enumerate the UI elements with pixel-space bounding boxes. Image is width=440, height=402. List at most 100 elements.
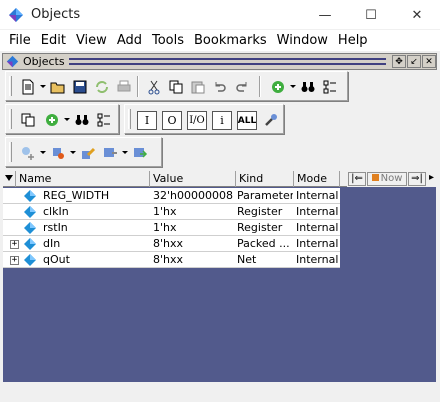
- add-dropdown-arrow[interactable]: [290, 85, 296, 88]
- panel-drag-lines[interactable]: [69, 58, 386, 65]
- redo-icon[interactable]: [232, 77, 252, 97]
- force-dropdown[interactable]: [70, 151, 76, 154]
- table-row[interactable]: + qOut 8'hxx Net Internal: [3, 252, 340, 268]
- now-navigation: |⇐ Now ⇒| ▸: [347, 171, 436, 187]
- panel-close-button[interactable]: ✕: [422, 55, 436, 68]
- menu-help[interactable]: Help: [333, 30, 373, 51]
- filter-output-button[interactable]: O: [162, 111, 182, 130]
- add-icon[interactable]: [42, 110, 62, 130]
- find-binoculars-icon[interactable]: [298, 77, 318, 97]
- signal-diamond-icon: [24, 238, 36, 250]
- panel-dock-button[interactable]: ✥: [392, 55, 406, 68]
- cell-name: REG_WIDTH: [43, 189, 110, 202]
- panel-undock-button[interactable]: ↙: [407, 55, 421, 68]
- objects-panel-header: Objects ✥ ↙ ✕: [2, 53, 437, 70]
- paste-icon[interactable]: [188, 77, 208, 97]
- table-row[interactable]: clkIn 1'hx Register Internal: [3, 204, 340, 220]
- hierarchy-list-icon[interactable]: [94, 110, 114, 130]
- cell-value: 8'hxx: [153, 237, 184, 250]
- cell-name: clkIn: [43, 205, 69, 218]
- close-button[interactable]: ✕: [394, 0, 440, 30]
- object-filter-toolbar: I O I/O i ALL: [124, 104, 284, 134]
- cell-mode: Internal: [296, 221, 339, 234]
- now-cursor-button[interactable]: Now: [367, 172, 407, 186]
- new-dropdown-arrow[interactable]: [40, 85, 46, 88]
- cell-kind: Parameter: [237, 189, 293, 202]
- window-titlebar: Objects — ☐ ✕: [0, 0, 440, 30]
- menu-add[interactable]: Add: [112, 30, 147, 51]
- expand-toggle-icon[interactable]: +: [10, 240, 19, 249]
- filter-inout-button[interactable]: I/O: [187, 111, 207, 130]
- filter-input-button[interactable]: I: [137, 111, 157, 130]
- cell-value: 32'h00000008: [153, 189, 233, 202]
- menu-bar: File Edit View Add Tools Bookmarks Windo…: [0, 30, 440, 51]
- signal-diamond-icon: [24, 222, 36, 234]
- cell-name: dIn: [43, 237, 61, 250]
- wrench-settings-icon[interactable]: [261, 110, 281, 130]
- add-to-wave-icon[interactable]: [18, 143, 38, 163]
- maximize-button[interactable]: ☐: [348, 0, 394, 30]
- open-folder-icon[interactable]: [48, 77, 68, 97]
- cell-mode: Internal: [296, 189, 339, 202]
- cell-kind: Register: [237, 221, 283, 234]
- cut-icon[interactable]: [144, 77, 164, 97]
- menu-file[interactable]: File: [4, 30, 36, 51]
- list-dropdown[interactable]: [122, 151, 128, 154]
- goto-end-icon[interactable]: ⇒|: [408, 172, 426, 186]
- menu-view[interactable]: View: [71, 30, 112, 51]
- expand-toggle-icon[interactable]: +: [10, 256, 19, 265]
- cell-kind: Net: [237, 253, 257, 266]
- column-header-kind[interactable]: Kind: [236, 171, 294, 187]
- force-signal-icon[interactable]: [48, 143, 68, 163]
- standard-toolbar: [5, 71, 348, 101]
- cell-kind: Packed ...: [237, 237, 290, 250]
- add-dropdown-arrow[interactable]: [64, 118, 70, 121]
- app-logo-icon: [9, 8, 23, 22]
- new-file-icon[interactable]: [18, 77, 38, 97]
- table-row[interactable]: rstIn 1'hx Register Internal: [3, 220, 340, 236]
- table-row[interactable]: REG_WIDTH 32'h00000008 Parameter Internal: [3, 188, 340, 204]
- menu-tools[interactable]: Tools: [147, 30, 189, 51]
- cell-mode: Internal: [296, 205, 339, 218]
- toolbar-area: I O I/O i ALL: [2, 71, 438, 167]
- window-bottom-edge: [0, 383, 440, 402]
- cell-mode: Internal: [296, 253, 339, 266]
- column-header-value[interactable]: Value: [150, 171, 236, 187]
- list-signal-icon[interactable]: [100, 143, 120, 163]
- export-signal-icon[interactable]: [130, 143, 150, 163]
- undo-icon[interactable]: [210, 77, 230, 97]
- copy-icon[interactable]: [166, 77, 186, 97]
- wave-toolbar: [5, 137, 162, 167]
- column-header-mode[interactable]: Mode: [294, 171, 340, 187]
- copy-icon[interactable]: [18, 110, 38, 130]
- reload-icon[interactable]: [92, 77, 112, 97]
- add-to-wave-dropdown[interactable]: [40, 151, 46, 154]
- column-header-name[interactable]: Name: [16, 171, 150, 187]
- menu-bookmarks[interactable]: Bookmarks: [189, 30, 272, 51]
- hierarchy-list-icon[interactable]: [320, 77, 340, 97]
- filter-all-button[interactable]: ALL: [237, 111, 257, 130]
- toolbar-grip[interactable]: [128, 109, 131, 129]
- find-binoculars-icon[interactable]: [72, 110, 92, 130]
- edit-signal-icon[interactable]: [78, 143, 98, 163]
- scroll-right-icon[interactable]: ▸: [427, 172, 436, 186]
- menu-window[interactable]: Window: [272, 30, 333, 51]
- sort-toggle[interactable]: [3, 171, 16, 187]
- menu-edit[interactable]: Edit: [36, 30, 71, 51]
- signal-diamond-icon: [24, 206, 36, 218]
- add-icon[interactable]: [268, 77, 288, 97]
- window-title: Objects: [31, 7, 81, 22]
- now-marker-icon: [371, 174, 379, 181]
- toolbar-grip[interactable]: [9, 76, 12, 96]
- cell-kind: Register: [237, 205, 283, 218]
- table-row[interactable]: + dIn 8'hxx Packed ... Internal: [3, 236, 340, 252]
- toolbar-grip[interactable]: [9, 142, 12, 162]
- filter-internal-button[interactable]: i: [212, 111, 232, 130]
- toolbar-separator: [137, 76, 139, 97]
- cell-name: qOut: [43, 253, 70, 266]
- minimize-button[interactable]: —: [302, 0, 348, 30]
- save-icon[interactable]: [70, 77, 90, 97]
- print-icon[interactable]: [114, 77, 134, 97]
- goto-start-icon[interactable]: |⇐: [348, 172, 366, 186]
- toolbar-grip[interactable]: [9, 109, 12, 129]
